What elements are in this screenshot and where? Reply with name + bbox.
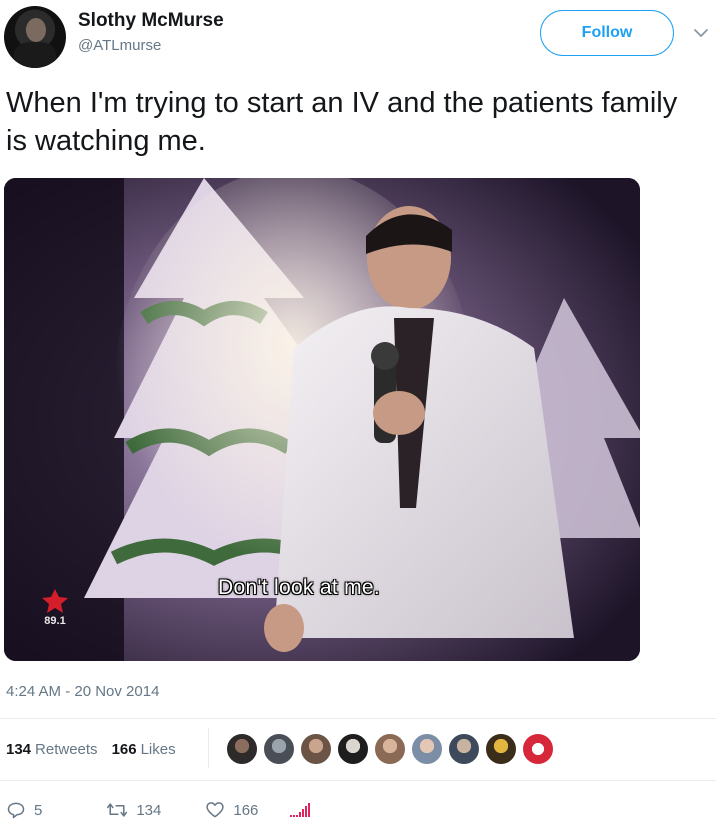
author-display-name[interactable]: Slothy McMurse — [78, 10, 224, 32]
meme-subtitle: Don't look at me. — [218, 576, 381, 599]
star-logo-icon — [42, 589, 68, 613]
divider — [0, 718, 716, 719]
like-action-count: 166 — [233, 801, 259, 819]
station-number: 89.1 — [44, 615, 66, 627]
chevron-down-icon[interactable] — [692, 24, 710, 42]
liker-avatar[interactable] — [263, 733, 295, 765]
reply-count: 5 — [34, 801, 43, 819]
liker-avatars — [226, 733, 559, 765]
liker-avatar[interactable] — [226, 733, 258, 765]
liker-avatar[interactable] — [485, 733, 517, 765]
author-avatar[interactable] — [4, 6, 66, 68]
like-count[interactable]: 166 — [112, 741, 137, 758]
retweet-button[interactable]: 134 — [106, 800, 161, 820]
stats-separator — [208, 728, 209, 768]
engagement-stats: 134 Retweets 166 Likes — [6, 726, 176, 772]
retweet-count[interactable]: 134 — [6, 741, 31, 758]
retweet-icon — [107, 803, 128, 817]
like-label[interactable]: Likes — [141, 741, 176, 758]
tweet-timestamp[interactable]: 4:24 AM - 20 Nov 2014 — [6, 683, 159, 700]
heart-icon — [206, 802, 225, 818]
liker-avatar[interactable] — [522, 733, 554, 765]
tweet-media-image[interactable]: Don't look at me. 89.1 — [4, 178, 640, 661]
divider — [0, 780, 716, 781]
tweet-header: Slothy McMurse @ATLmurse Follow — [0, 0, 720, 72]
follow-button[interactable]: Follow — [540, 10, 674, 56]
liker-avatar[interactable] — [337, 733, 369, 765]
reply-icon — [7, 802, 25, 819]
reply-button[interactable]: 5 — [6, 800, 42, 820]
like-button[interactable]: 166 — [205, 800, 258, 820]
liker-avatar[interactable] — [300, 733, 332, 765]
tweet-actions: 5 134 166 — [6, 796, 311, 824]
retweet-label[interactable]: Retweets — [35, 741, 98, 758]
analytics-icon[interactable] — [290, 803, 311, 817]
retweet-action-count: 134 — [136, 801, 162, 819]
liker-avatar[interactable] — [411, 733, 443, 765]
liker-avatar[interactable] — [448, 733, 480, 765]
tweet-text: When I'm trying to start an IV and the p… — [6, 87, 678, 157]
author-handle[interactable]: @ATLmurse — [78, 37, 161, 54]
liker-avatar[interactable] — [374, 733, 406, 765]
station-watermark: 89.1 — [38, 588, 72, 627]
